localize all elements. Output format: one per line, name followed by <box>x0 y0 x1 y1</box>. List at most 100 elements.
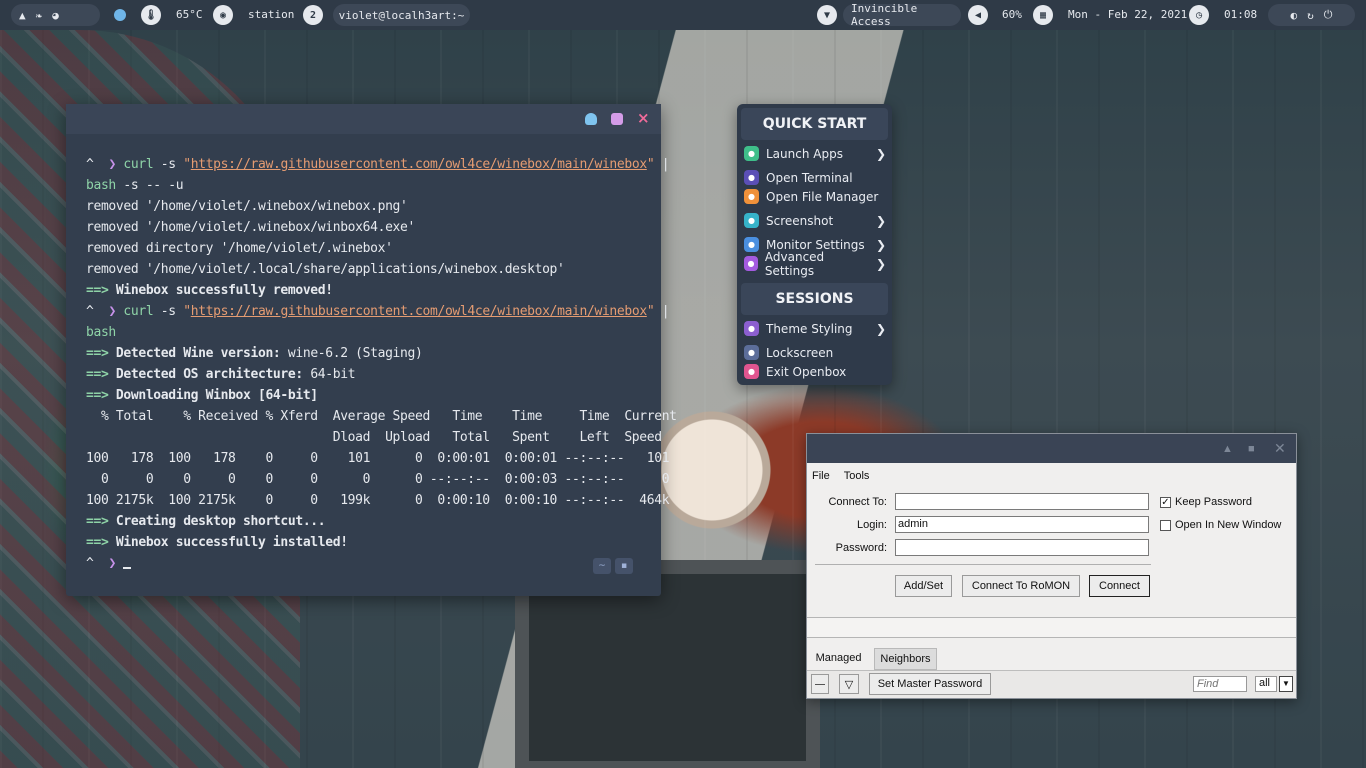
login-input[interactable]: admin <box>895 516 1149 533</box>
output-text: removed '/home/violet/.winebox/winbox64.… <box>86 220 415 235</box>
chevron-down-icon[interactable]: ▼ <box>1279 676 1293 692</box>
volume-icon[interactable]: ◀ <box>968 5 988 25</box>
winbox-menubar: File Tools <box>807 467 1296 484</box>
refresh-icon[interactable]: ↻ <box>1307 9 1314 22</box>
command-args: -s <box>153 157 184 172</box>
separator <box>815 564 1151 565</box>
connect-romon-button[interactable]: Connect To RoMON <box>962 575 1080 597</box>
toggle-icon[interactable]: ◐ <box>1291 9 1298 22</box>
output-text: 100 178 100 178 0 0 101 0 0:00:01 0:00:0… <box>86 451 670 466</box>
status-label: Detected OS architecture: <box>108 367 303 382</box>
terminal-line: removed '/home/violet/.local/share/appli… <box>86 259 677 280</box>
filter-select[interactable]: all <box>1255 676 1277 692</box>
menu-item-label: Launch Apps <box>766 146 843 161</box>
terminal-corner-button[interactable]: ~ <box>593 558 611 574</box>
terminal-output[interactable]: ^ ❯ curl -s "https://raw.githubuserconte… <box>86 154 677 574</box>
workspace-indicator[interactable]: 2 <box>303 5 323 25</box>
status-arrow: ==> <box>86 346 109 361</box>
status-arrow: ==> <box>86 535 109 550</box>
menu-item-advanced-settings[interactable]: ● Advanced Settings ❯ <box>744 250 886 278</box>
screenshot-icon: ● <box>744 213 759 228</box>
status-label: Detected Wine version: <box>108 346 281 361</box>
status-label: Winebox successfully installed! <box>108 535 348 550</box>
terminal-line: ==> Detected Wine version: wine-6.2 (Sta… <box>86 343 677 364</box>
menu-item-theme-styling[interactable]: ● Theme Styling ❯ <box>744 319 886 338</box>
status-arrow: ==> <box>86 388 109 403</box>
menu-header-quick-start: QUICK START <box>741 108 888 140</box>
password-input[interactable] <box>895 539 1149 556</box>
close-icon[interactable]: ✕ <box>1274 440 1286 457</box>
terminal-line: ^ ❯ curl -s "https://raw.githubuserconte… <box>86 154 677 175</box>
connect-to-input[interactable] <box>895 493 1149 510</box>
calendar-icon: ▦ <box>1033 5 1053 25</box>
command-args: -s -- -u <box>115 178 184 193</box>
winbox-window[interactable]: ▲ ■ ✕ File Tools Connect To: Login: admi… <box>806 433 1297 699</box>
temperature-value: 65°C <box>176 8 203 21</box>
add-set-button[interactable]: Add/Set <box>895 575 952 597</box>
terminal-line: ==> Downloading Winbox [64-bit] <box>86 385 677 406</box>
menu-item-open-file-manager[interactable]: ● Open File Manager <box>744 187 886 206</box>
prompt-chevron-icon: ❯ <box>93 556 124 571</box>
monitor-icon: ● <box>744 237 759 252</box>
tab-managed[interactable]: Managed <box>811 647 866 669</box>
wifi-icon[interactable]: ▼ <box>817 5 837 25</box>
status-label: Creating desktop shortcut... <box>108 514 326 529</box>
output-text: 100 2175k 100 2175k 0 0 199k 0 0:00:10 0… <box>86 493 670 508</box>
connect-button[interactable]: Connect <box>1089 575 1150 597</box>
power-icon[interactable]: ⏻ <box>1324 8 1333 22</box>
menu-item-label: Lockscreen <box>766 345 834 360</box>
status-label: Downloading Winbox [64-bit] <box>108 388 318 403</box>
maximize-button[interactable] <box>611 113 623 125</box>
open-new-window-checkbox[interactable] <box>1160 520 1171 531</box>
terminal-line: bash <box>86 322 677 343</box>
sticky-icon[interactable]: ▲ <box>1222 443 1233 455</box>
menu-item-screenshot[interactable]: ● Screenshot ❯ <box>744 211 886 230</box>
status-arrow: ==> <box>86 367 109 382</box>
thermometer-icon: 🌡 <box>141 5 161 25</box>
menu-item-lockscreen[interactable]: ● Lockscreen <box>744 343 886 362</box>
panel-power-group[interactable]: ◐ ↻ ⏻ <box>1268 4 1355 26</box>
set-master-password-button[interactable]: Set Master Password <box>869 673 991 695</box>
find-input[interactable] <box>1193 676 1247 692</box>
command-name: bash <box>86 178 116 193</box>
keep-password-checkbox[interactable]: ✓ <box>1160 497 1171 508</box>
password-label: Password: <box>835 542 887 554</box>
openbox-menu: QUICK START ● Launch Apps ❯ ● Open Terminal ●… <box>737 104 892 385</box>
filter-button[interactable]: ▽ <box>839 674 859 694</box>
leaf-icon[interactable]: ❧ <box>36 9 43 22</box>
time-label: 01:08 <box>1224 8 1258 21</box>
status-arrow: ==> <box>86 514 109 529</box>
panel-launcher-group[interactable]: ▲ ❧ ◕ <box>11 4 100 26</box>
launch-apps-icon: ● <box>744 146 759 161</box>
top-panel: ▲ ❧ ◕ 🌡 65°C ◉ station 2 violet@localh3a… <box>0 0 1366 30</box>
filter-icon: ▽ <box>844 678 854 691</box>
menu-item-open-terminal[interactable]: ● Open Terminal <box>744 168 886 187</box>
menu-file[interactable]: File <box>812 470 830 482</box>
maximize-icon[interactable]: ■ <box>1248 443 1255 455</box>
chevron-right-icon: ❯ <box>875 237 886 252</box>
menu-item-exit-openbox[interactable]: ● Exit Openbox <box>744 362 886 381</box>
terminal-window[interactable]: × ^ ❯ curl -s "https://raw.githubusercon… <box>66 104 677 596</box>
menu-item-label: Theme Styling <box>766 321 853 336</box>
terminal-corner-button[interactable]: ▪ <box>615 558 633 574</box>
remove-button[interactable] <box>811 674 829 694</box>
menu-item-launch-apps[interactable]: ● Launch Apps ❯ <box>744 144 886 163</box>
mountain-icon[interactable]: ▲ <box>19 9 26 22</box>
volume-value[interactable]: 60% <box>1002 8 1022 21</box>
close-button[interactable]: × <box>637 111 650 126</box>
output-text: removed '/home/violet/.local/share/appli… <box>86 262 565 277</box>
palette-icon[interactable]: ◕ <box>52 9 59 22</box>
tab-neighbors[interactable]: Neighbors <box>874 648 937 670</box>
status-value: wine-6.2 (Staging) <box>280 346 423 361</box>
active-window-title[interactable]: violet@localh3art:~ <box>333 4 470 26</box>
command-url[interactable]: https://raw.githubusercontent.com/owl4ce… <box>191 304 647 319</box>
terminal-line: ^ ❯ curl -s "https://raw.githubuserconte… <box>86 301 677 322</box>
terminal-cursor <box>123 567 132 569</box>
network-status[interactable]: Invincible Access <box>843 2 961 28</box>
command-url[interactable]: https://raw.githubusercontent.com/owl4ce… <box>191 157 647 172</box>
sticky-button[interactable] <box>585 113 597 125</box>
status-dot-icon <box>114 9 126 21</box>
terminal-titlebar[interactable] <box>66 104 661 134</box>
menu-tools[interactable]: Tools <box>844 470 870 482</box>
terminal-line: % Total % Received % Xferd Average Speed… <box>86 406 677 427</box>
